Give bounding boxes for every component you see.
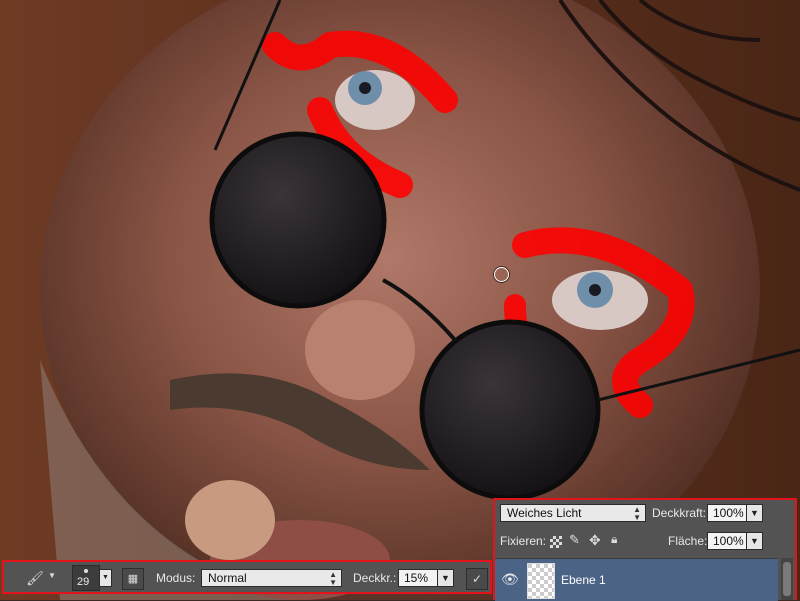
mode-select[interactable]: Normal ▲ ▼ — [201, 569, 342, 587]
lock-pixels-icon[interactable]: ✎ — [569, 532, 580, 548]
brush-size-dropdown[interactable]: ▼ — [100, 569, 112, 587]
brush-cursor — [494, 267, 509, 282]
brush-size-value: 29 — [77, 576, 90, 588]
lock-position-icon[interactable]: ✥ — [589, 532, 601, 549]
visibility-eye-icon[interactable]: 👁︎ — [501, 571, 519, 588]
fill-input[interactable]: 100% — [707, 532, 747, 550]
mode-label: Modus: — [156, 571, 196, 585]
opacity-dropdown[interactable]: ▼ — [438, 569, 454, 587]
layer-opacity-label: Deckkraft: — [652, 506, 707, 520]
tool-options-bar: 🖌︎ ▼ 29 ▼ ▦ Modus: Normal ▲ ▼ Deckkr.: 15… — [2, 560, 492, 594]
blend-mode-select[interactable]: Weiches Licht ▲ ▼ — [500, 504, 646, 522]
layer-opacity-input[interactable]: 100% — [707, 504, 747, 522]
brush-size-picker[interactable]: 29 — [72, 565, 100, 591]
opacity-input[interactable]: 15% — [398, 569, 438, 587]
brush-tool-preset-icon[interactable]: 🖌︎ — [26, 570, 44, 587]
blend-mode-value: Weiches Licht — [507, 506, 582, 520]
lock-all-icon[interactable]: 🔒︎ — [611, 532, 617, 547]
mode-select-value: Normal — [208, 571, 247, 585]
select-arrows-icon: ▲ ▼ — [633, 505, 641, 522]
chevron-down-icon[interactable]: ▼ — [48, 571, 56, 580]
brush-panel-toggle-icon[interactable]: ▦ — [122, 568, 144, 590]
fill-label: Fläche: — [668, 534, 708, 548]
layer-row[interactable]: 👁︎ Ebene 1 — [495, 558, 778, 601]
lock-transparency-icon[interactable] — [550, 536, 562, 548]
layers-scrollbar[interactable] — [781, 558, 793, 600]
layers-panel: Weiches Licht ▲ ▼ Deckkraft: 100% ▼ Fixie… — [493, 498, 797, 601]
layer-opacity-dropdown[interactable]: ▼ — [747, 504, 763, 522]
opacity-label: Deckkr.: — [353, 571, 397, 585]
pressure-opacity-icon[interactable]: ✓ — [466, 568, 488, 590]
lock-label: Fixieren: — [500, 534, 547, 548]
select-arrows-icon: ▲ ▼ — [329, 570, 337, 587]
fill-dropdown[interactable]: ▼ — [747, 532, 763, 550]
layer-thumbnail — [527, 563, 555, 599]
layer-name: Ebene 1 — [561, 573, 606, 587]
